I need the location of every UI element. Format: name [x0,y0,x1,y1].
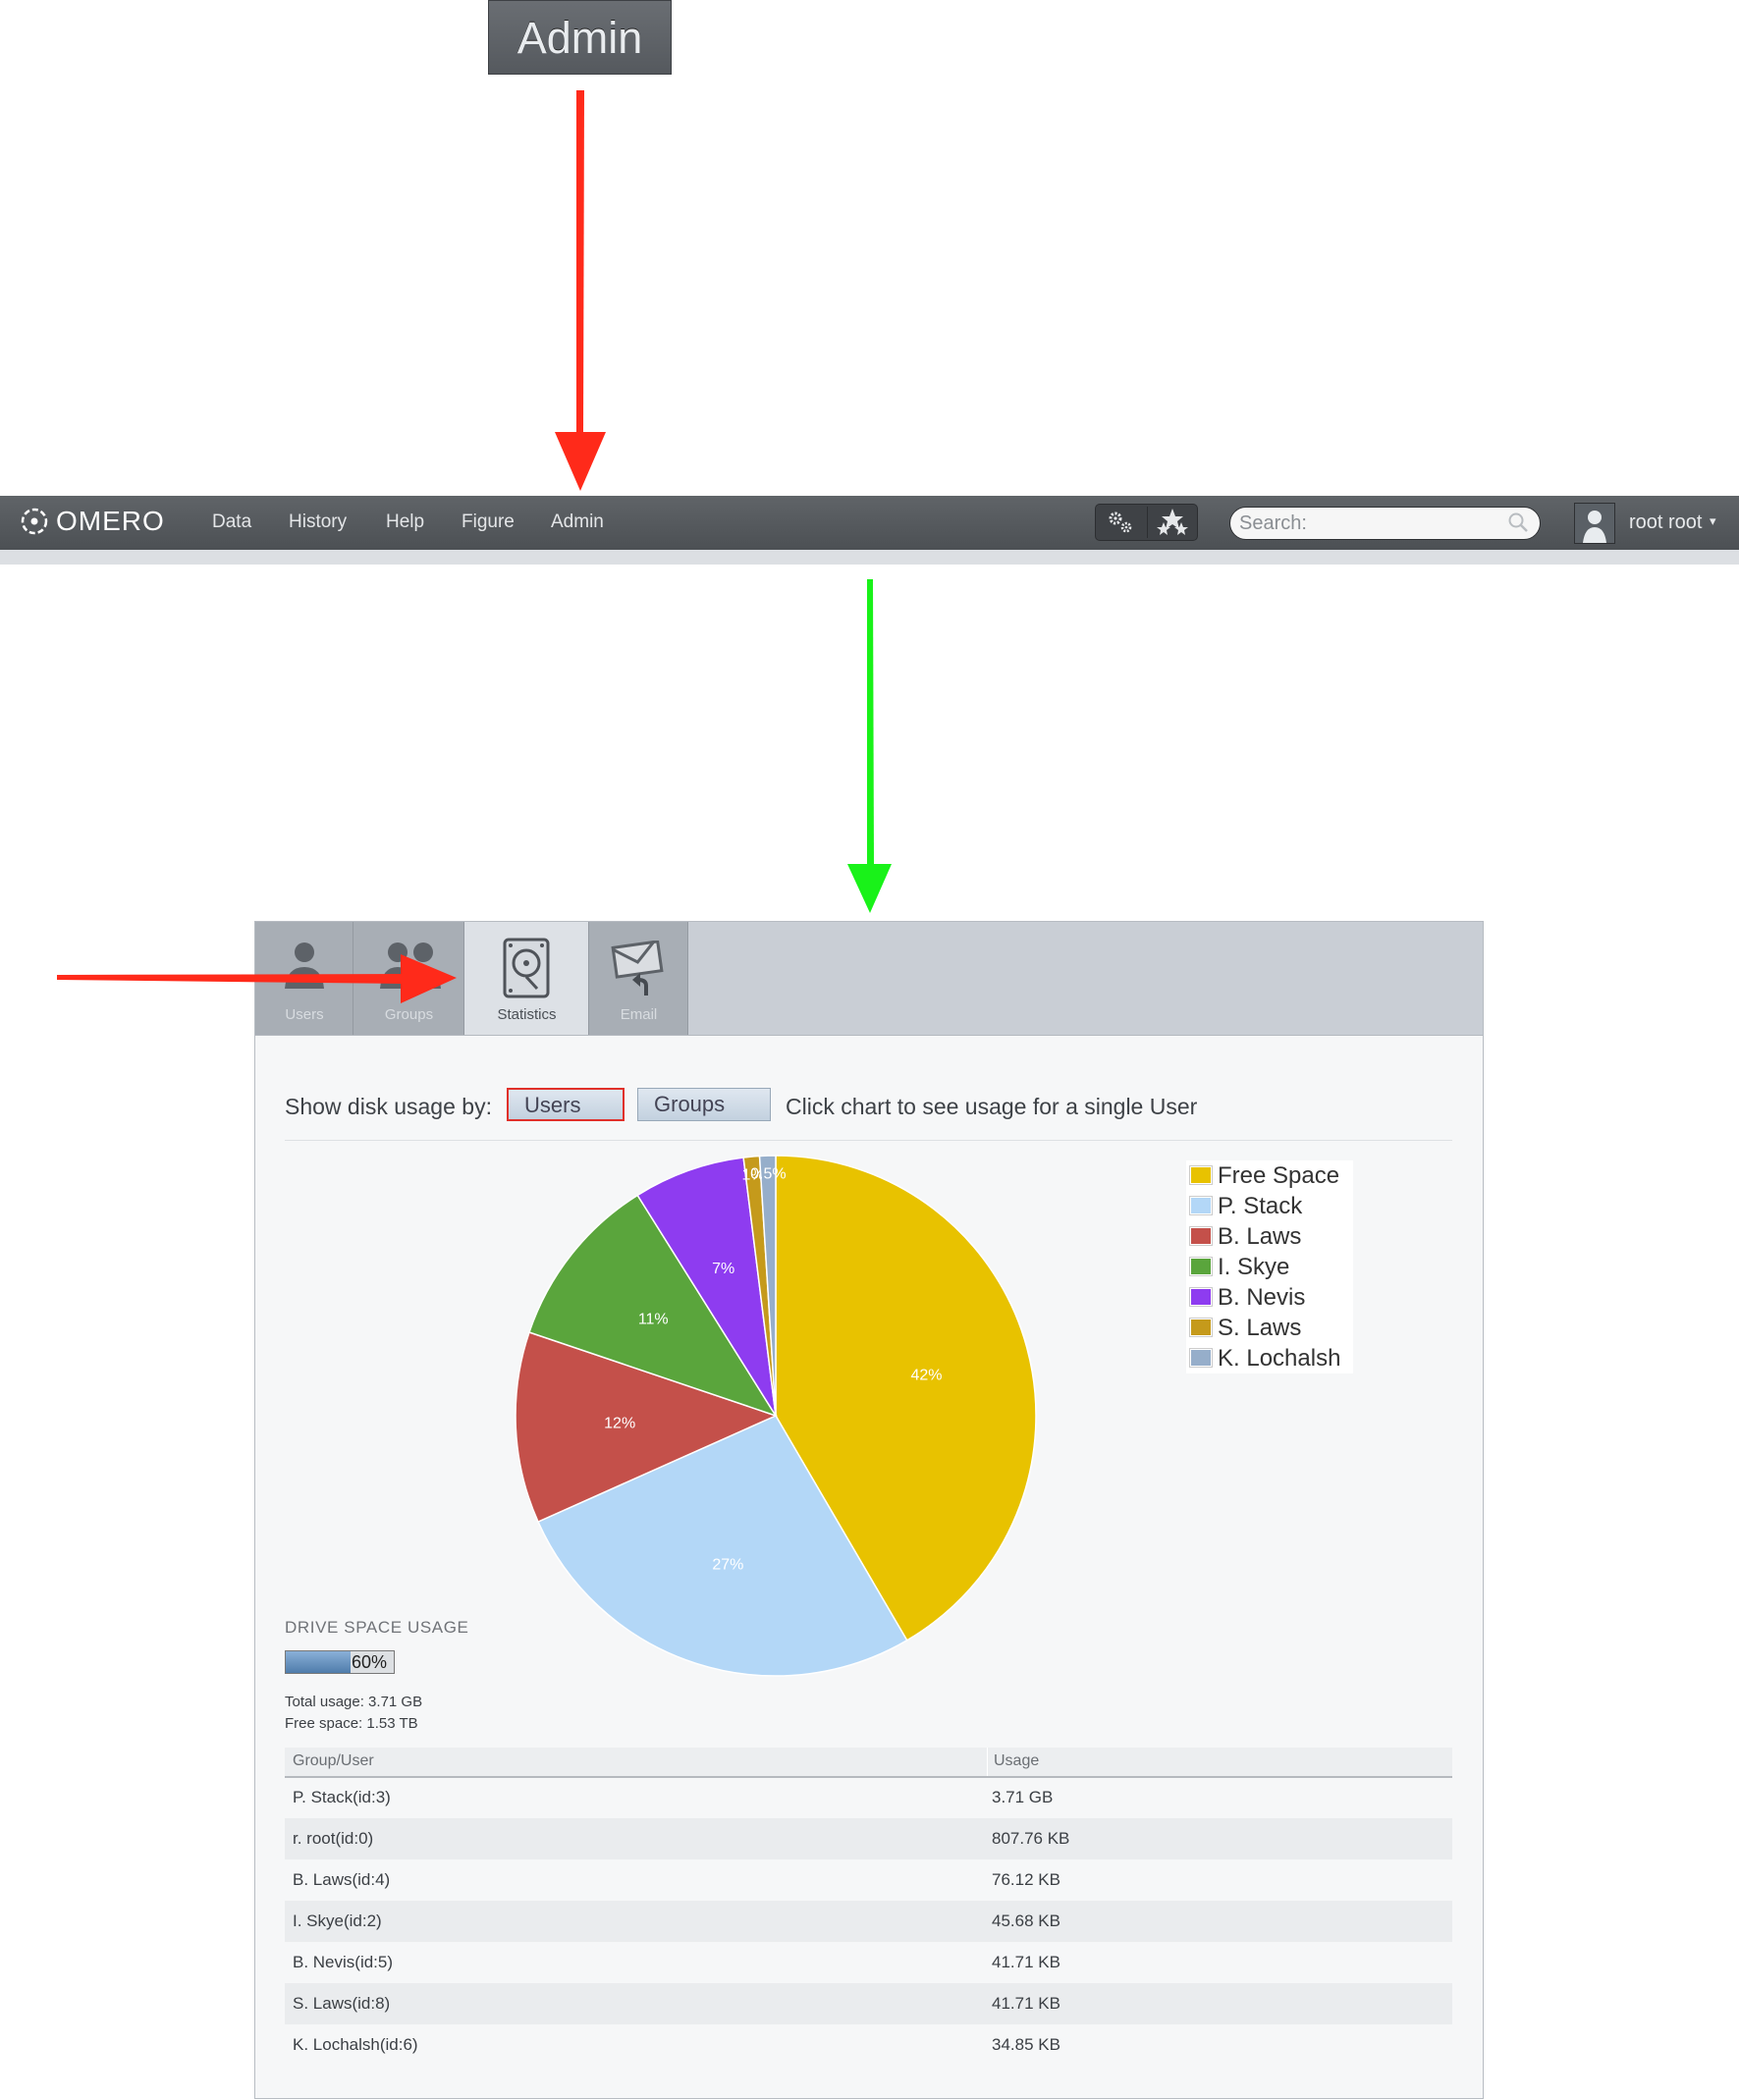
green-arrow-down-to-panel [847,579,892,913]
red-arrow-right-to-statistics-tab [57,954,457,1003]
red-arrow-down-to-admin [555,90,606,491]
annotation-arrows [57,90,892,1003]
